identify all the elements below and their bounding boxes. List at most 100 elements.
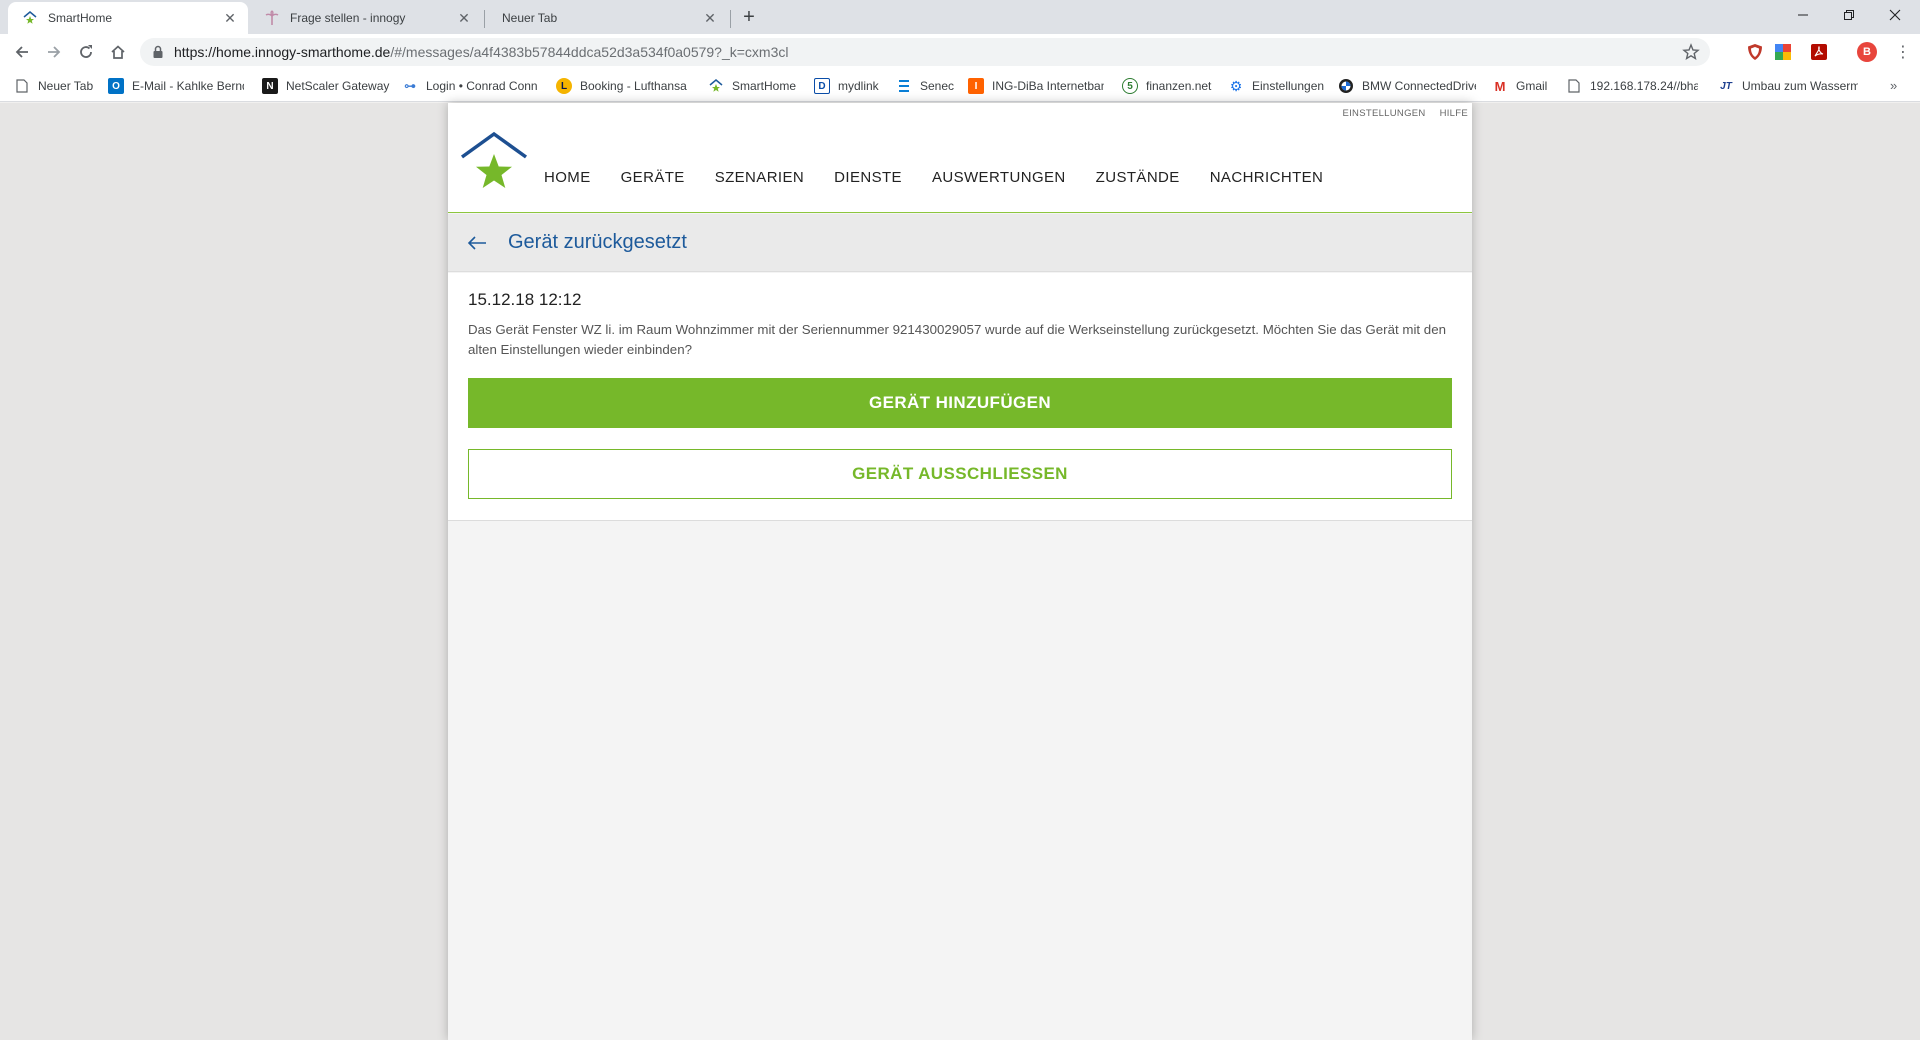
bookmark-label: SmartHome (732, 79, 797, 93)
page-title: Gerät zurückgesetzt (508, 231, 687, 253)
message-text: Das Gerät Fenster WZ li. im Raum Wohnzim… (468, 322, 1446, 357)
forward-icon[interactable] (42, 40, 66, 64)
exclude-device-button[interactable]: GERÄT AUSSCHLIESSEN (468, 449, 1452, 499)
bookmark-item[interactable]: I ING-DiBa Internetbanking (968, 77, 1104, 95)
smarthome-favicon-icon (22, 10, 38, 26)
bookmark-label: Einstellungen (1252, 79, 1325, 93)
bookmark-label: BMW ConnectedDrive (1362, 79, 1476, 93)
bookmark-label: E-Mail - Kahlke Bernd (132, 79, 244, 93)
window-close-icon[interactable] (1872, 0, 1918, 30)
top-links: EINSTELLUNGEN HILFE (1342, 108, 1468, 119)
nav-geraete[interactable]: GERÄTE (621, 169, 685, 186)
address-bar[interactable]: https://home.innogy-smarthome.de/#/messa… (140, 38, 1710, 66)
bookmark-item[interactable]: ⚙ Einstellungen (1228, 77, 1328, 95)
bookmark-item[interactable]: Neuer Tab (14, 77, 94, 95)
bookmark-item[interactable]: 5 finanzen.net (1122, 77, 1212, 95)
message-panel: 15.12.18 12:12 Das Gerät Fenster WZ li. … (448, 273, 1472, 521)
bookmark-item[interactable]: N NetScaler Gateway (262, 77, 392, 95)
ing-diba-icon: I (968, 78, 984, 94)
nav-home[interactable]: HOME (544, 169, 591, 186)
bookmark-item[interactable]: L Booking - Lufthansa (556, 77, 688, 95)
tab-title: Frage stellen - innogy (290, 11, 406, 25)
minimize-icon[interactable] (1780, 0, 1826, 30)
close-icon[interactable]: ✕ (702, 10, 718, 26)
bookmark-item[interactable]: JT Umbau zum Wasserm (1718, 77, 1858, 95)
bookmark-label: NetScaler Gateway (286, 79, 390, 93)
nav-dienste[interactable]: DIENSTE (834, 169, 902, 186)
bookmark-label: Neuer Tab (38, 79, 94, 93)
netscaler-icon: N (262, 78, 278, 94)
bookmark-item[interactable]: ⊶ Login • Conrad Connect (402, 77, 538, 95)
more-bookmarks-icon[interactable]: » (1890, 78, 1897, 93)
lock-icon (152, 45, 164, 64)
bookmark-label: mydlink (838, 79, 879, 93)
bookmark-label: Umbau zum Wasserm (1742, 79, 1858, 93)
conrad-connect-icon: ⊶ (404, 79, 416, 93)
gmail-icon: M (1494, 78, 1506, 94)
help-link[interactable]: HILFE (1440, 108, 1468, 119)
bookmark-item[interactable]: D mydlink (814, 77, 890, 95)
page-icon (14, 78, 30, 94)
bookmark-item[interactable]: O E-Mail - Kahlke Bernd (108, 77, 244, 95)
nav-nachrichten[interactable]: NACHRICHTEN (1210, 169, 1324, 186)
mydlink-icon: D (814, 78, 830, 94)
bookmark-label: ING-DiBa Internetbanking (992, 79, 1104, 93)
profile-initial: B (1863, 46, 1871, 58)
url-text: https://home.innogy-smarthome.de/#/messa… (174, 44, 789, 60)
reload-icon[interactable] (74, 40, 98, 64)
bookmark-label: Login • Conrad Connect (426, 79, 538, 93)
finanzen-icon: 5 (1122, 78, 1138, 94)
nav-szenarien[interactable]: SZENARIEN (715, 169, 804, 186)
tab-title: SmartHome (48, 11, 113, 25)
bookmark-item[interactable]: Senec (896, 77, 956, 95)
new-tab-plus-icon[interactable]: + (738, 6, 760, 28)
close-icon[interactable]: ✕ (456, 10, 472, 26)
bookmark-label: 192.168.178.24//bha (1590, 79, 1698, 93)
jt-icon: JT (1720, 80, 1732, 92)
tab-separator (484, 10, 485, 28)
tab-frage-stellen[interactable]: Frage stellen - innogy ✕ (250, 2, 482, 34)
ublock-extension-icon[interactable] (1746, 43, 1764, 61)
smarthome-icon (708, 78, 724, 94)
back-arrow-icon[interactable] (466, 231, 488, 255)
bookmark-item[interactable]: M Gmail (1492, 77, 1556, 95)
profile-avatar[interactable]: B (1857, 42, 1877, 62)
lufthansa-icon: L (556, 78, 572, 94)
bookmark-label: Booking - Lufthansa (580, 79, 687, 93)
smarthome-app: EINSTELLUNGEN HILFE HOME GERÄTE SZENARIE… (448, 103, 1472, 1040)
message-date: 15.12.18 12:12 (468, 290, 582, 309)
bookmark-item[interactable]: SmartHome (708, 77, 808, 95)
smarthome-logo[interactable] (460, 129, 528, 197)
senec-icon (896, 78, 912, 94)
bookmark-label: Gmail (1516, 79, 1548, 93)
tab-title: Neuer Tab (502, 11, 558, 25)
back-icon[interactable] (10, 40, 34, 64)
google-extension-icon[interactable] (1774, 43, 1792, 61)
gear-icon: ⚙ (1229, 77, 1243, 94)
outlook-icon: O (108, 78, 124, 94)
add-device-button[interactable]: GERÄT HINZUFÜGEN (468, 378, 1452, 428)
bookmark-label: Senec (920, 79, 955, 93)
settings-link[interactable]: EINSTELLUNGEN (1342, 108, 1425, 119)
home-icon[interactable] (106, 40, 130, 64)
browser-menu-icon[interactable]: ⋮ (1893, 42, 1913, 62)
bookmark-item[interactable]: BMW ConnectedDrive (1338, 77, 1476, 95)
tab-smarthome[interactable]: SmartHome ✕ (8, 2, 248, 34)
bookmark-star-icon[interactable] (1682, 43, 1700, 66)
nav-zustaende[interactable]: ZUSTÄNDE (1096, 169, 1180, 186)
url-host: https://home.innogy-smarthome.de (174, 44, 391, 60)
main-nav: HOME GERÄTE SZENARIEN DIENSTE AUSWERTUNG… (544, 169, 1353, 186)
tab-neuer-tab[interactable]: Neuer Tab ✕ (488, 2, 728, 34)
tab-separator (730, 10, 731, 28)
browser-toolbar: https://home.innogy-smarthome.de/#/messa… (0, 34, 1920, 70)
bmw-icon (1338, 78, 1354, 94)
nav-auswertungen[interactable]: AUSWERTUNGEN (932, 169, 1066, 186)
browser-tab-bar: SmartHome ✕ Frage stellen - innogy ✕ Neu… (0, 0, 1920, 34)
close-icon[interactable]: ✕ (222, 10, 238, 26)
restore-icon[interactable] (1826, 0, 1872, 30)
bookmark-item[interactable]: 192.168.178.24//bha (1566, 77, 1698, 95)
palm-favicon-icon (264, 10, 280, 26)
bookmarks-bar: Neuer Tab O E-Mail - Kahlke Bernd N NetS… (0, 70, 1920, 102)
acrobat-extension-icon[interactable] (1810, 43, 1828, 61)
page-icon (1566, 78, 1582, 94)
